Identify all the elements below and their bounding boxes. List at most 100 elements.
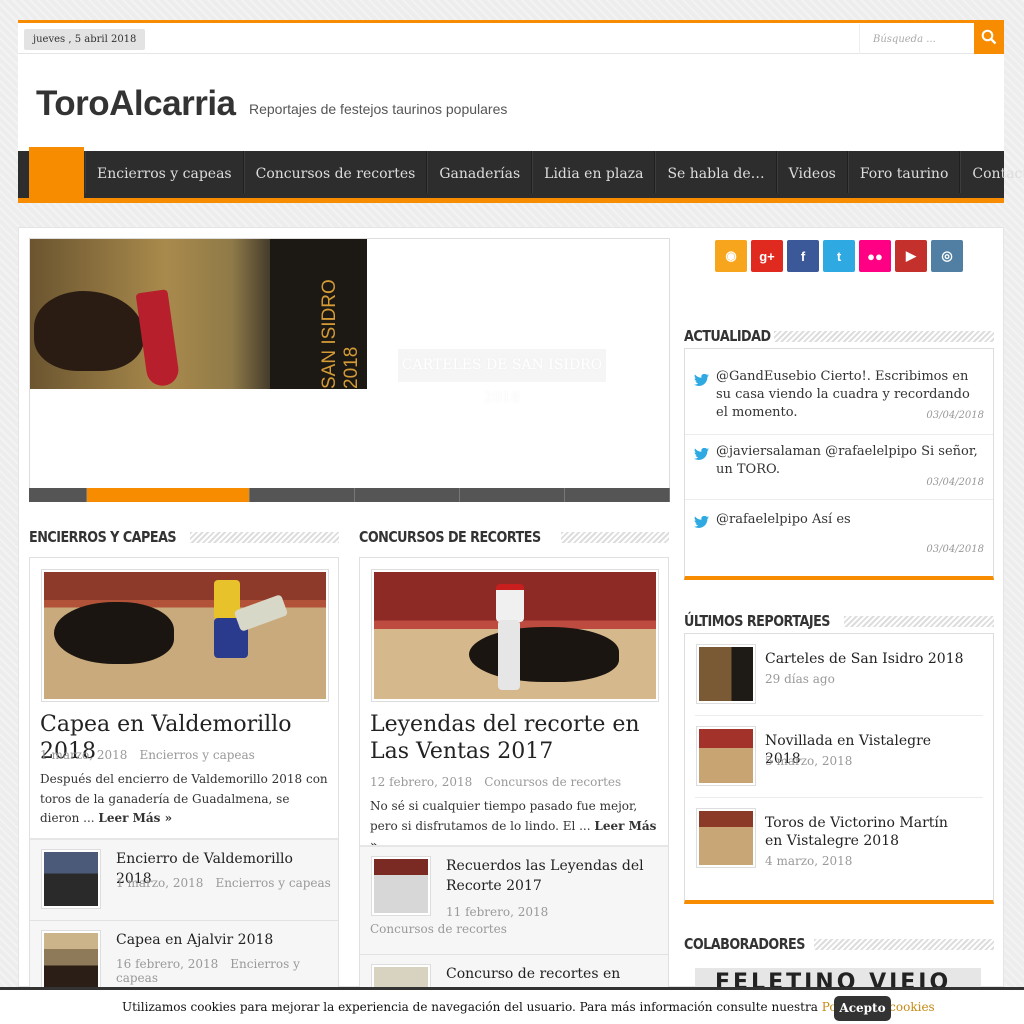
- cookie-message: Utilizamos cookies para mejorar la exper…: [122, 1000, 935, 1014]
- nav-item-lidia[interactable]: Lidia en plaza: [532, 151, 656, 193]
- cookie-text: Utilizamos cookies para mejorar la exper…: [122, 1000, 818, 1014]
- widget-title: ÚLTIMOS REPORTAJES: [684, 612, 830, 630]
- list-item[interactable]: Encierro de Valdemorillo 2018 1 marzo, 2…: [30, 840, 338, 921]
- post-meta: 16 febrero, 2018 Encierros y capeas: [116, 957, 300, 985]
- report-thumbnail[interactable]: [696, 726, 756, 786]
- tweet-text[interactable]: @javiersalaman @rafaelelpipo Si señor, u…: [716, 443, 978, 479]
- featured-image[interactable]: [41, 569, 329, 702]
- search-icon: [981, 29, 997, 45]
- cookie-accept-button[interactable]: Acepto: [834, 996, 891, 1021]
- report-title[interactable]: Carteles de San Isidro 2018: [765, 650, 965, 668]
- nav-item-foro[interactable]: Foro taurino: [847, 151, 961, 193]
- slider-poster-title: SAN ISIDRO 2018: [319, 279, 362, 389]
- section-title[interactable]: CONCURSOS DE RECORTES: [359, 528, 547, 546]
- nav-item-se-habla[interactable]: Se habla de…: [655, 151, 777, 193]
- slider-dot[interactable]: [250, 488, 355, 502]
- site-header: ToroAlcarria Reportajes de festejos taur…: [18, 54, 1004, 152]
- main-nav: Encierros y capeas Concursos de recortes…: [18, 147, 1024, 203]
- slider-cape-figure: [135, 289, 181, 388]
- collaborator-banner[interactable]: FELETINO VIEJO: [695, 968, 981, 988]
- nav-item-ganaderias[interactable]: Ganaderías: [427, 151, 533, 193]
- read-more-link[interactable]: Leer Más »: [98, 811, 172, 825]
- section-header-concursos: CONCURSOS DE RECORTES: [359, 526, 669, 548]
- slider-dot[interactable]: [355, 488, 460, 502]
- slider-poster: SAN ISIDRO 2018: [270, 239, 367, 389]
- report-meta: 5 marzo, 2018: [765, 754, 853, 768]
- post-meta: 11 febrero, 2018: [446, 905, 549, 919]
- slider-image[interactable]: SAN ISIDRO 2018: [30, 239, 367, 389]
- report-item[interactable]: Carteles de San Isidro 2018 29 días ago: [695, 634, 983, 716]
- post-thumbnail[interactable]: [41, 930, 101, 990]
- featured-title[interactable]: Leyendas del recorte en Las Ventas 2017: [370, 711, 660, 765]
- site-tagline: Reportajes de festejos taurinos populare…: [249, 101, 508, 117]
- post-category[interactable]: Concursos de recortes: [484, 775, 621, 789]
- twitter-icon[interactable]: t: [823, 240, 855, 272]
- slider-dot[interactable]: [460, 488, 565, 502]
- report-item[interactable]: Toros de Victorino Martín en Vistalegre …: [695, 798, 983, 880]
- slider-bull-figure: [34, 291, 144, 371]
- slider-dot[interactable]: [29, 488, 88, 502]
- current-date: jueves , 5 abril 2018: [24, 29, 146, 50]
- top-bar: jueves , 5 abril 2018 Búsqueda ...: [18, 20, 1004, 54]
- tweet-item: @rafaelelpipo Así es 03/04/2018: [685, 500, 993, 572]
- nav-item-contactar[interactable]: Contactar: [960, 151, 1024, 193]
- section-title[interactable]: ENCIERROS Y CAPEAS: [29, 528, 183, 546]
- site-title[interactable]: ToroAlcarria: [36, 84, 236, 124]
- twitter-bird-icon: [694, 374, 709, 386]
- nav-item-videos[interactable]: Videos: [776, 151, 848, 193]
- facebook-icon[interactable]: f: [787, 240, 819, 272]
- social-icons: ◉ g+ f t ●● ▶ ◎: [715, 240, 963, 272]
- main-content: SAN ISIDRO 2018 CARTELES DE SAN ISIDRO 2…: [18, 227, 1004, 1024]
- post-category[interactable]: Concursos de recortes: [370, 922, 507, 936]
- section-header-ultimos: ÚLTIMOS REPORTAJES: [684, 610, 994, 632]
- featured-slider[interactable]: SAN ISIDRO 2018 CARTELES DE SAN ISIDRO 2…: [29, 238, 670, 502]
- section-header-colaboradores: COLABORADORES: [684, 933, 994, 955]
- youtube-icon[interactable]: ▶: [895, 240, 927, 272]
- nav-item-encierros[interactable]: Encierros y capeas: [85, 151, 244, 193]
- tweet-date: 03/04/2018: [926, 477, 984, 488]
- widget-title: ACTUALIDAD: [684, 327, 771, 345]
- search-button[interactable]: [974, 20, 1004, 54]
- twitter-bird-icon: [694, 448, 709, 460]
- slider-dot[interactable]: [565, 488, 670, 502]
- rss-icon[interactable]: ◉: [715, 240, 747, 272]
- cookie-bar: Utilizamos cookies para mejorar la exper…: [0, 987, 1024, 1024]
- featured-meta: 12 febrero, 2018 Concursos de recortes: [370, 775, 621, 789]
- post-date: 1 marzo, 2018: [40, 748, 128, 762]
- instagram-icon[interactable]: ◎: [931, 240, 963, 272]
- list-item[interactable]: Recuerdos las Leyendas del Recorte 2017 …: [360, 847, 668, 955]
- post-thumbnail[interactable]: [41, 849, 101, 909]
- section-header-actualidad: ACTUALIDAD: [684, 325, 994, 347]
- post-title[interactable]: Capea en Ajalvir 2018: [116, 930, 326, 950]
- flickr-icon[interactable]: ●●: [859, 240, 891, 272]
- report-meta: 29 días ago: [765, 672, 835, 686]
- google-plus-icon[interactable]: g+: [751, 240, 783, 272]
- report-meta: 4 marzo, 2018: [765, 854, 853, 868]
- post-thumbnail[interactable]: [371, 856, 431, 916]
- category-box-concursos: Leyendas del recorte en Las Ventas 2017 …: [359, 557, 669, 1024]
- post-title[interactable]: Concurso de recortes en: [446, 964, 656, 984]
- featured-excerpt: Después del encierro de Valdemorillo 201…: [40, 770, 332, 829]
- twitter-bird-icon: [694, 516, 709, 528]
- report-thumbnail[interactable]: [696, 644, 756, 704]
- tweet-item: @javiersalaman @rafaelelpipo Si señor, u…: [685, 435, 993, 500]
- featured-image[interactable]: [371, 569, 659, 702]
- nav-home-button[interactable]: [29, 147, 84, 198]
- search-input[interactable]: Búsqueda ...: [859, 24, 974, 54]
- post-date: 12 febrero, 2018: [370, 775, 473, 789]
- widget-title: COLABORADORES: [684, 935, 805, 953]
- tweet-date: 03/04/2018: [926, 544, 984, 555]
- category-box-encierros: Capea en Valdemorillo 2018 1 marzo, 2018…: [29, 557, 339, 1002]
- tweet-text[interactable]: @rafaelelpipo Así es: [716, 511, 978, 529]
- nav-item-concursos[interactable]: Concursos de recortes: [243, 151, 428, 193]
- post-title[interactable]: Recuerdos las Leyendas del Recorte 2017: [446, 856, 656, 896]
- slider-dot[interactable]: [87, 488, 250, 502]
- report-item[interactable]: Novillada en Vistalegre 2018 5 marzo, 20…: [695, 716, 983, 798]
- report-title[interactable]: Toros de Victorino Martín en Vistalegre …: [765, 814, 965, 850]
- twitter-widget: @GandEusebio Cierto!. Escribimos en su c…: [684, 348, 994, 580]
- post-category[interactable]: Encierros y capeas: [139, 748, 254, 762]
- section-header-encierros: ENCIERROS Y CAPEAS: [29, 526, 339, 548]
- excerpt-text: Después del encierro de Valdemorillo 201…: [40, 772, 328, 825]
- slider-caption[interactable]: CARTELES DE SAN ISIDRO 2018: [398, 349, 606, 406]
- report-thumbnail[interactable]: [696, 808, 756, 868]
